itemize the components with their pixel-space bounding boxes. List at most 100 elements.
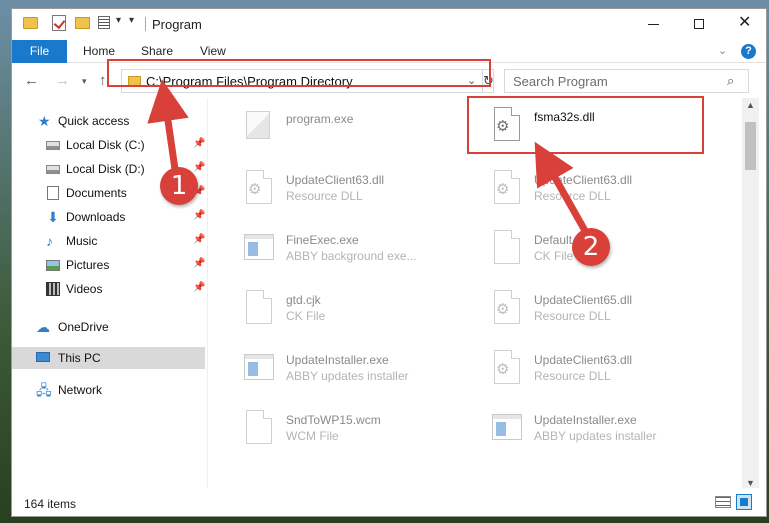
file-item[interactable]: FineExec.exe ABBY background exe... <box>242 230 482 280</box>
sidebar-item-downloads[interactable]: ⬇ Downloads 📌 <box>12 206 205 228</box>
file-type: ABBY updates installer <box>534 429 657 443</box>
sidebar-item-label: Local Disk (C:) <box>66 138 145 152</box>
dll-gear-icon: ⚙ <box>242 170 274 210</box>
up-arrow-icon[interactable]: ↑ <box>99 72 107 89</box>
window-title: Program <box>152 17 202 32</box>
file-item[interactable]: gtd.cjk CK File <box>242 290 482 340</box>
document-icon <box>242 410 274 450</box>
file-item[interactable]: UpdateInstaller.exe ABBY updates install… <box>242 350 482 400</box>
disk-icon <box>46 141 60 150</box>
pin-icon[interactable]: 📌 <box>193 138 205 149</box>
file-type: ABBY updates installer <box>286 369 409 383</box>
forward-arrow-icon[interactable]: → <box>55 72 70 89</box>
dll-gear-icon: ⚙ <box>490 170 522 210</box>
file-name: UpdateClient63.dll <box>534 173 633 187</box>
dll-gear-icon: ⚙ <box>490 350 522 390</box>
status-bar: 164 items <box>12 488 766 516</box>
sidebar-item-music[interactable]: ♪ Music 📌 <box>12 230 205 252</box>
music-icon: ♪ <box>46 233 53 249</box>
customize-toolbar-icon[interactable]: ▾ <box>129 15 134 26</box>
pin-icon[interactable]: 📌 <box>193 282 205 293</box>
file-type: ABBY background exe... <box>286 249 417 263</box>
search-box[interactable]: ⌕ <box>504 69 749 93</box>
sidebar-item-pictures[interactable]: Pictures 📌 <box>12 254 205 276</box>
document-icon <box>490 230 522 270</box>
file-item[interactable]: ⚙ UpdateClient63.dll Resource DLL <box>490 170 730 220</box>
large-icons-view-icon[interactable] <box>736 494 752 510</box>
videos-icon <box>46 282 60 296</box>
properties-check-icon[interactable] <box>52 15 66 31</box>
pin-icon[interactable]: 📌 <box>193 210 205 221</box>
file-type: CK File <box>286 309 326 323</box>
sidebar-item-onedrive[interactable]: ☁ OneDrive <box>12 316 205 338</box>
sidebar-item-videos[interactable]: Videos 📌 <box>12 278 205 300</box>
scroll-thumb[interactable] <box>745 122 756 170</box>
ribbon-expand-icon[interactable]: ⌄ <box>718 44 727 57</box>
file-item[interactable]: SndToWP15.wcm WCM File <box>242 410 482 460</box>
search-input[interactable] <box>505 70 720 92</box>
exe-icon <box>242 109 274 149</box>
file-name: UpdateInstaller.exe <box>534 413 637 427</box>
help-icon[interactable]: ? <box>741 44 756 59</box>
app-window-icon <box>242 230 274 270</box>
documents-icon <box>47 186 59 200</box>
star-icon: ★ <box>38 113 51 129</box>
recent-locations-icon[interactable]: ▾ <box>82 76 87 87</box>
file-item[interactable]: Default.dk CK File <box>490 230 730 280</box>
file-name: FineExec.exe <box>286 233 359 247</box>
sidebar-item-label: Local Disk (D:) <box>66 162 145 176</box>
back-arrow-icon[interactable]: ← <box>24 72 39 89</box>
vertical-scrollbar[interactable]: ▲ ▼ <box>742 98 759 488</box>
sidebar-item-label: Documents <box>66 186 127 200</box>
sidebar-item-label: This PC <box>58 351 101 365</box>
tab-file[interactable]: File <box>12 40 67 63</box>
maximize-button[interactable] <box>676 9 722 39</box>
sidebar-item-local-disk-c[interactable]: Local Disk (C:) 📌 <box>12 134 205 156</box>
file-type: CK File <box>534 249 574 263</box>
details-view-icon[interactable] <box>715 496 731 508</box>
properties-icon[interactable] <box>98 16 110 29</box>
minimize-button[interactable] <box>630 9 676 39</box>
file-name: UpdateInstaller.exe <box>286 353 389 367</box>
file-name: SndToWP15.wcm <box>286 413 381 427</box>
pc-icon <box>36 352 50 362</box>
file-name: gtd.cjk <box>286 293 321 307</box>
item-count: 164 items <box>24 497 77 511</box>
download-icon: ⬇ <box>47 209 59 225</box>
pin-icon[interactable]: 📌 <box>193 234 205 245</box>
sidebar-item-label: Network <box>58 383 103 397</box>
disk-icon <box>46 165 60 174</box>
maximize-icon <box>694 19 704 29</box>
pin-icon[interactable]: 📌 <box>193 162 205 173</box>
file-item[interactable]: program.exe <box>242 109 482 159</box>
close-button[interactable]: ✕ <box>722 9 768 39</box>
scroll-up-icon[interactable]: ▲ <box>746 100 755 110</box>
dll-gear-icon: ⚙ <box>490 290 522 330</box>
address-highlight-box <box>107 59 491 87</box>
chevron-down-icon[interactable]: ▾ <box>116 15 121 26</box>
file-type: Resource DLL <box>286 189 363 203</box>
file-item[interactable]: ⚙ UpdateClient65.dll Resource DLL <box>490 290 730 340</box>
sidebar-item-this-pc[interactable]: This PC <box>12 347 205 369</box>
new-folder-icon[interactable] <box>75 17 90 29</box>
file-type: Resource DLL <box>534 309 611 323</box>
sidebar-item-network[interactable]: 🖧 Network <box>12 379 205 401</box>
app-window-icon <box>490 410 522 450</box>
sidebar-item-quick-access[interactable]: ★ Quick access <box>12 110 205 132</box>
file-name: UpdateClient63.dll <box>534 353 633 367</box>
scroll-down-icon[interactable]: ▼ <box>746 478 755 488</box>
pin-icon[interactable]: 📌 <box>193 258 205 269</box>
step-1-badge: 1 <box>160 167 198 205</box>
sidebar-item-label: Videos <box>66 282 103 296</box>
search-icon[interactable]: ⌕ <box>727 73 734 89</box>
title-bar: ▾ ▾ Program ✕ <box>12 9 766 40</box>
cloud-icon: ☁ <box>36 319 50 335</box>
file-item[interactable]: ⚙ UpdateClient63.dll Resource DLL <box>242 170 482 220</box>
file-type: Resource DLL <box>534 189 611 203</box>
file-name: program.exe <box>286 112 354 126</box>
file-item[interactable]: UpdateInstaller.exe ABBY updates install… <box>490 410 730 460</box>
app-window-icon <box>242 350 274 390</box>
file-list: program.exe ⚙ fsma32s.dll ⚙ UpdateClient… <box>207 98 742 488</box>
close-icon: ✕ <box>738 14 752 31</box>
file-item[interactable]: ⚙ UpdateClient63.dll Resource DLL <box>490 350 730 400</box>
